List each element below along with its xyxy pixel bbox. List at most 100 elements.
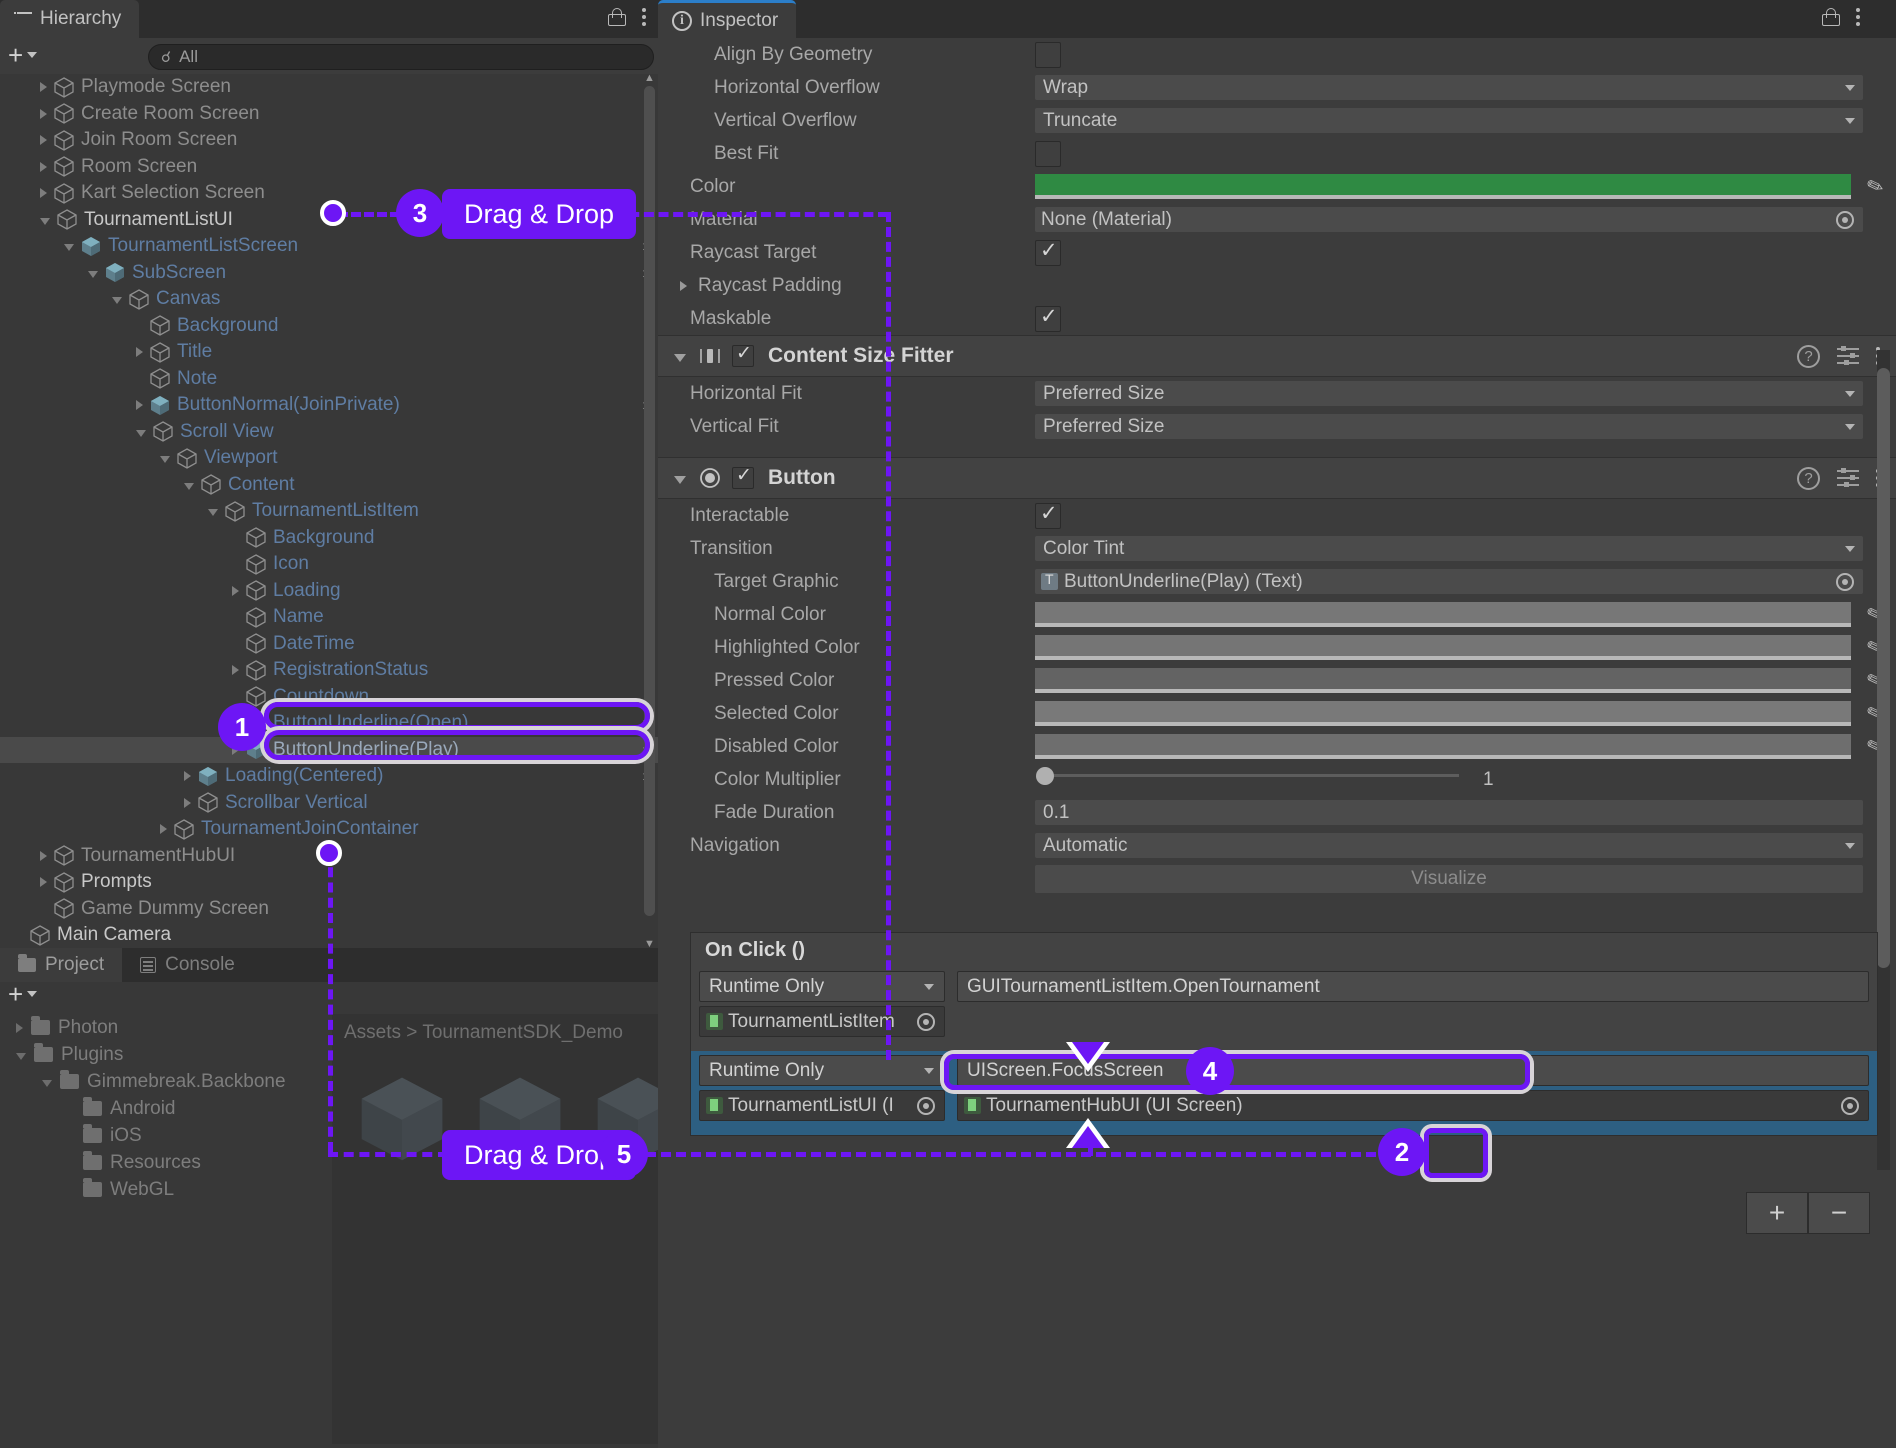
twisty-closed-icon[interactable] [184, 798, 191, 808]
hierarchy-row[interactable]: Background [0, 525, 658, 552]
color-swatch[interactable] [1035, 734, 1851, 759]
hierarchy-row[interactable]: Loading(Centered)› [0, 763, 658, 790]
property-checkbox[interactable] [1035, 42, 1061, 68]
twisty-closed-icon[interactable] [184, 771, 191, 781]
hierarchy-row[interactable]: Scrollbar Vertical [0, 790, 658, 817]
property-checkbox[interactable] [1035, 306, 1061, 332]
on-click-mode-dropdown[interactable]: Runtime Only [699, 1055, 945, 1086]
property-checkbox[interactable] [1035, 503, 1061, 529]
on-click-target-object-field[interactable]: TournamentListUI (I [699, 1090, 945, 1121]
hierarchy-row[interactable]: Countdown [0, 684, 658, 711]
object-picker-icon[interactable] [1836, 211, 1854, 229]
inspector-lock-icon[interactable] [1822, 8, 1838, 26]
project-tree-row[interactable]: WebGL [0, 1176, 330, 1203]
color-swatch[interactable] [1035, 668, 1851, 693]
color-swatch[interactable] [1035, 174, 1851, 199]
on-click-add-button[interactable]: + [1746, 1192, 1808, 1234]
twisty-open-icon[interactable] [208, 509, 218, 516]
twisty-closed-icon[interactable] [40, 162, 47, 172]
on-click-argument-field[interactable] [957, 1006, 1869, 1037]
preset-icon[interactable] [1837, 347, 1859, 365]
twisty-closed-icon[interactable] [680, 281, 687, 291]
property-number-input[interactable]: 0.1 [1035, 800, 1863, 825]
inspector-menu-icon[interactable] [1856, 6, 1862, 28]
on-click-function-dropdown[interactable]: UIScreen.FocusScreen [957, 1055, 1869, 1086]
object-picker-icon[interactable] [917, 1097, 935, 1115]
hierarchy-row[interactable]: Title [0, 339, 658, 366]
twisty-open-icon[interactable] [64, 244, 74, 251]
hierarchy-scrollbar[interactable]: ▲ ▼ [644, 80, 655, 940]
component-enabled-checkbox[interactable] [732, 467, 754, 489]
twisty-open-icon[interactable] [674, 354, 686, 362]
hierarchy-row[interactable]: TournamentJoinContainer [0, 816, 658, 843]
scroll-up-arrow[interactable]: ▲ [644, 72, 655, 84]
hierarchy-row[interactable]: Create Room Screen [0, 101, 658, 128]
twisty-open-icon[interactable] [136, 430, 146, 437]
color-swatch[interactable] [1035, 602, 1851, 627]
hierarchy-row[interactable]: Name [0, 604, 658, 631]
hierarchy-row[interactable]: Room Screen [0, 154, 658, 181]
hierarchy-row[interactable]: Main Camera [0, 922, 658, 948]
component-header[interactable]: Content Size Fitter? [658, 335, 1896, 377]
hierarchy-row[interactable]: ButtonUnderline(Open)› [0, 710, 658, 737]
hierarchy-row[interactable]: Prompts [0, 869, 658, 896]
on-click-entry[interactable]: Runtime OnlyGUITournamentListItem.OpenTo… [691, 967, 1877, 1051]
hierarchy-row[interactable]: SubScreen› [0, 260, 658, 287]
hierarchy-tree[interactable]: Playmode ScreenCreate Room ScreenJoin Ro… [0, 74, 658, 948]
twisty-open-icon[interactable] [112, 297, 122, 304]
hierarchy-row[interactable]: Canvas [0, 286, 658, 313]
asset-thumbnail[interactable] [354, 1070, 450, 1166]
twisty-open-icon[interactable] [674, 476, 686, 484]
object-picker-icon[interactable] [1841, 1097, 1859, 1115]
help-icon[interactable]: ? [1797, 345, 1820, 368]
project-tree[interactable]: PhotonPluginsGimmebreak.BackboneAndroidi… [0, 1014, 330, 1444]
on-click-target-object-field[interactable]: TournamentListItem [699, 1006, 945, 1037]
component-header[interactable]: Button? [658, 457, 1896, 499]
property-dropdown[interactable]: Automatic [1035, 833, 1863, 858]
add-gameobject-button[interactable]: + [8, 42, 37, 68]
hierarchy-row[interactable]: Note [0, 366, 658, 393]
project-tree-row[interactable]: Gimmebreak.Backbone [0, 1068, 330, 1095]
help-icon[interactable]: ? [1797, 467, 1820, 490]
tab-console[interactable]: Console [122, 948, 253, 982]
hierarchy-row[interactable]: Content [0, 472, 658, 499]
hierarchy-row[interactable]: Loading [0, 578, 658, 605]
inspector-scrollbar-thumb[interactable] [1877, 368, 1890, 968]
property-dropdown[interactable]: Truncate [1035, 108, 1863, 133]
twisty-open-icon[interactable] [160, 456, 170, 463]
twisty-closed-icon[interactable] [40, 82, 47, 92]
project-tree-row[interactable]: Plugins [0, 1041, 330, 1068]
visualize-button[interactable]: Visualize [1035, 865, 1863, 893]
twisty-icon[interactable] [16, 1023, 23, 1033]
property-dropdown[interactable]: Color Tint [1035, 536, 1863, 561]
component-enabled-checkbox[interactable] [732, 345, 754, 367]
twisty-closed-icon[interactable] [232, 586, 239, 596]
hierarchy-menu-icon[interactable] [642, 6, 648, 28]
twisty-open-icon[interactable] [40, 218, 50, 225]
property-dropdown[interactable]: Preferred Size [1035, 414, 1863, 439]
hierarchy-row[interactable]: Game Dummy Screen [0, 896, 658, 923]
twisty-closed-icon[interactable] [40, 109, 47, 119]
on-click-function-dropdown[interactable]: GUITournamentListItem.OpenTournament [957, 971, 1869, 1002]
property-dropdown[interactable]: Preferred Size [1035, 381, 1863, 406]
search-input[interactable]: ☌ All [148, 44, 654, 70]
slider-knob[interactable] [1036, 767, 1054, 785]
twisty-icon[interactable] [16, 1053, 26, 1060]
twisty-closed-icon[interactable] [232, 718, 239, 728]
color-swatch[interactable] [1035, 701, 1851, 726]
hierarchy-row[interactable]: Scroll View [0, 419, 658, 446]
hierarchy-row[interactable]: TournamentListScreen› [0, 233, 658, 260]
twisty-closed-icon[interactable] [136, 400, 143, 410]
hierarchy-row[interactable]: Join Room Screen [0, 127, 658, 154]
project-tree-row[interactable]: Android [0, 1095, 330, 1122]
hierarchy-row[interactable]: Icon [0, 551, 658, 578]
on-click-argument-field[interactable]: TournamentHubUI (UI Screen) [957, 1090, 1869, 1121]
object-field[interactable]: ButtonUnderline(Play) (Text) [1035, 569, 1863, 594]
hierarchy-row[interactable]: Kart Selection Screen [0, 180, 658, 207]
object-picker-icon[interactable] [917, 1013, 935, 1031]
twisty-closed-icon[interactable] [40, 188, 47, 198]
property-dropdown[interactable]: Wrap [1035, 75, 1863, 100]
project-tree-row[interactable]: Photon [0, 1014, 330, 1041]
hierarchy-row[interactable]: TournamentListItem [0, 498, 658, 525]
twisty-open-icon[interactable] [88, 271, 98, 278]
